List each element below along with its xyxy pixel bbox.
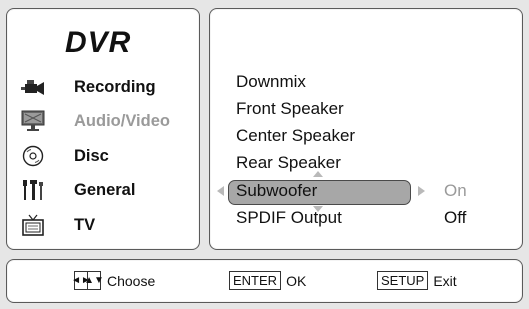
menu-item-spdif-output[interactable]: SPDIF Output — [236, 208, 342, 228]
sidebar-item-tv[interactable]: TV — [21, 212, 95, 238]
sidebar-item-label: Disc — [74, 147, 109, 165]
sidebar-item-recording[interactable]: Recording — [21, 74, 156, 100]
sidebar-item-disc[interactable]: Disc — [21, 143, 109, 169]
camcorder-icon — [21, 76, 45, 98]
setup-key: SETUP — [377, 271, 429, 290]
sidebar-item-label: General — [74, 181, 136, 199]
settings-menu-panel: Downmix Front Speaker Center Speaker Rea… — [209, 8, 523, 250]
tv-icon — [21, 214, 45, 236]
tools-icon — [21, 179, 45, 201]
enter-key: ENTER — [229, 271, 282, 290]
app-logo: DVR — [65, 26, 132, 59]
option-on[interactable]: On — [444, 181, 467, 201]
sidebar-item-general[interactable]: General — [21, 177, 135, 203]
disc-icon — [21, 145, 45, 167]
sidebar-item-label: Audio/Video — [74, 112, 170, 130]
category-sidebar: DVR Recording Audio/Video Disc General T… — [6, 8, 200, 250]
sidebar-item-audio-video[interactable]: Audio/Video — [21, 108, 170, 134]
right-arrow-icon — [418, 186, 425, 196]
ok-label: OK — [286, 272, 307, 289]
dvr-setup-screen: DVR Recording Audio/Video Disc General T… — [0, 0, 529, 309]
option-off[interactable]: Off — [444, 208, 466, 228]
exit-label: Exit — [433, 272, 457, 289]
left-arrow-icon — [217, 186, 224, 196]
key-hint-bar: ◄► ▲▼ Choose ENTER OK SETUP Exit — [6, 259, 523, 303]
choose-label: Choose — [107, 272, 156, 289]
setup-hint: SETUP Exit — [377, 271, 457, 290]
sidebar-item-label: Recording — [74, 78, 156, 96]
menu-item-rear-speaker[interactable]: Rear Speaker — [236, 153, 341, 173]
monitor-icon — [21, 110, 45, 132]
menu-item-subwoofer[interactable]: Subwoofer — [236, 181, 317, 201]
menu-item-downmix[interactable]: Downmix — [236, 72, 306, 92]
up-down-arrows-icon: ▲▼ — [84, 272, 104, 289]
choose-hint: ◄► ▲▼ Choose — [71, 271, 156, 290]
menu-item-front-speaker[interactable]: Front Speaker — [236, 99, 344, 119]
navigation-keys-icon: ◄► ▲▼ — [71, 271, 104, 290]
enter-hint: ENTER OK — [229, 271, 306, 290]
menu-item-center-speaker[interactable]: Center Speaker — [236, 126, 355, 146]
sidebar-item-label: TV — [74, 216, 96, 234]
